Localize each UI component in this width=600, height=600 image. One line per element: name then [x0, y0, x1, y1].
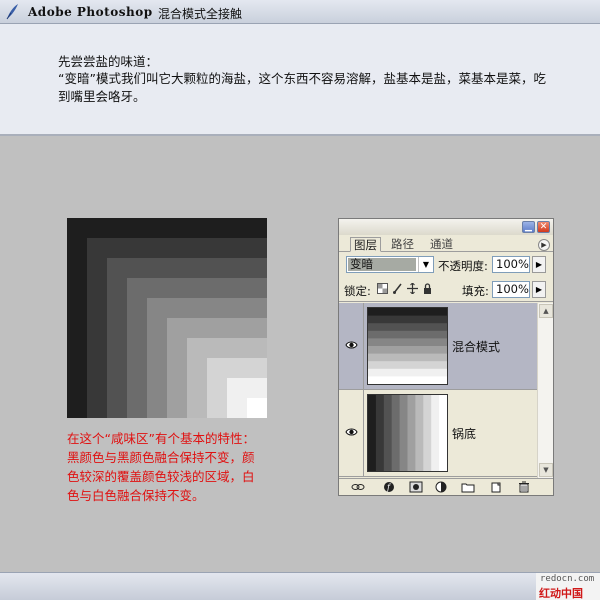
opacity-input[interactable]: 100% — [492, 256, 530, 273]
note-line: 在这个“咸味区”有个基本的特性： — [67, 431, 255, 446]
eye-icon[interactable] — [345, 339, 358, 351]
mask-icon[interactable] — [409, 481, 423, 493]
panel-title-bar[interactable]: ▁ ✕ — [339, 219, 553, 235]
watermark-url: redocn.com — [540, 574, 595, 584]
thumbnail-band — [375, 395, 385, 471]
thumbnail-band — [399, 395, 408, 471]
page-subtitle: 混合模式全接触 — [158, 7, 243, 21]
tab-layers[interactable]: 图层 — [350, 237, 381, 252]
lock-all-padlock-icon[interactable] — [422, 283, 433, 294]
scroll-up-arrow-icon[interactable]: ▲ — [539, 304, 553, 318]
panel-menu-arrow-icon[interactable]: ▶ — [538, 239, 550, 251]
layer-row-base[interactable]: 锅底 — [339, 390, 537, 477]
layer-name[interactable]: 锅底 — [452, 425, 476, 442]
new-layer-icon[interactable] — [489, 481, 503, 493]
scroll-down-arrow-icon[interactable]: ▼ — [539, 463, 553, 477]
adjustment-icon[interactable] — [435, 481, 449, 493]
thumbnail-band — [439, 395, 447, 471]
thumbnail-band — [407, 395, 416, 471]
red-note: 在这个“咸味区”有个基本的特性： 黑颜色与黑颜色融合保持不变，颜 色较深的覆盖颜… — [67, 429, 282, 505]
opacity-label: 不透明度: — [438, 259, 488, 273]
blend-mode-value: 变暗 — [348, 258, 416, 271]
thumbnail-band — [415, 395, 424, 471]
visibility-cell[interactable] — [339, 303, 364, 389]
layers-panel: ▁ ✕ 图层 路径 通道 ▶ 变暗 ▼ 不透明度: 100% ▶ 锁定: 填充:… — [338, 218, 554, 496]
opacity-slider-arrow-icon[interactable]: ▶ — [532, 256, 546, 273]
lock-transparency-icon[interactable] — [377, 283, 388, 294]
note-line: 黑颜色与黑颜色融合保持不变，颜 — [67, 450, 255, 465]
watermark: redocn.com 红动中国 — [536, 573, 600, 600]
chevron-down-icon[interactable]: ▼ — [418, 257, 433, 272]
panel-bottom-toolbar: f — [339, 478, 553, 495]
layers-scrollbar[interactable]: ▲ ▼ — [537, 303, 553, 478]
app-name: Adobe Photoshop — [28, 5, 153, 19]
fill-input[interactable]: 100% — [492, 281, 530, 298]
lock-label: 锁定: — [344, 284, 371, 298]
thumbnail-band — [368, 395, 377, 471]
close-button[interactable]: ✕ — [537, 221, 550, 233]
fill-slider-arrow-icon[interactable]: ▶ — [532, 281, 546, 298]
note-line: 色与白色融合保持不变。 — [67, 488, 205, 503]
intro-section: 先尝尝盐的味道： “变暗”模式我们叫它大颗粒的海盐，这个东西不容易溶解，盐基本是… — [0, 24, 600, 136]
blend-row: 变暗 ▼ 不透明度: 100% ▶ — [339, 253, 553, 277]
thumbnail-band — [368, 346, 447, 355]
title-bar: Adobe Photoshop 混合模式全接触 — [0, 0, 600, 24]
lock-row: 锁定: 填充: 100% ▶ — [339, 278, 553, 302]
thumbnail-band — [368, 338, 447, 347]
panel-tabs: 图层 路径 通道 — [339, 235, 553, 252]
layer-style-icon[interactable]: f — [383, 481, 397, 493]
layer-thumbnail — [367, 307, 448, 385]
thumbnail-band — [368, 323, 447, 332]
note-line: 色较深的覆盖颜色较浅的区域，白 — [67, 469, 255, 484]
layer-thumbnail — [367, 394, 448, 472]
intro-body: “变暗”模式我们叫它大颗粒的海盐，这个东西不容易溶解，盐基本是盐，菜基本是菜，吃… — [58, 71, 546, 104]
thumbnail-band — [368, 353, 447, 362]
thumbnail-band — [368, 315, 447, 324]
eye-icon[interactable] — [345, 426, 358, 438]
blend-mode-select[interactable]: 变暗 ▼ — [346, 256, 434, 273]
visibility-cell[interactable] — [339, 390, 364, 476]
tab-paths[interactable]: 路径 — [388, 237, 417, 252]
tab-channels[interactable]: 通道 — [427, 237, 456, 252]
staircase-step — [247, 398, 267, 418]
thumbnail-band — [368, 308, 447, 317]
watermark-name: 红动中国 — [539, 587, 583, 600]
link-icon[interactable] — [351, 481, 365, 493]
grayscale-staircase-image — [67, 218, 267, 418]
thumbnail-band — [431, 395, 440, 471]
folder-icon[interactable] — [461, 481, 475, 493]
thumbnail-band — [368, 330, 447, 339]
thumbnail-band — [368, 368, 447, 377]
layer-name[interactable]: 混合模式 — [452, 338, 500, 355]
trash-icon[interactable] — [517, 481, 531, 493]
thumbnail-band — [423, 395, 432, 471]
fill-label: 填充: — [462, 284, 489, 298]
thumbnail-band — [383, 395, 393, 471]
photoshop-feather-icon — [6, 4, 18, 20]
thumbnail-band — [368, 376, 447, 384]
lock-paint-brush-icon[interactable] — [392, 283, 403, 294]
thumbnail-band — [368, 361, 447, 370]
layer-row-blend[interactable]: 混合模式 — [339, 303, 537, 390]
minimize-button[interactable]: ▁ — [522, 221, 535, 233]
footer-bar: redocn.com 红动中国 — [0, 572, 600, 600]
lock-position-move-icon[interactable] — [407, 282, 418, 295]
layers-list: 混合模式 锅底 — [339, 303, 553, 478]
intro-heading: 先尝尝盐的味道： — [58, 54, 159, 69]
thumbnail-band — [391, 395, 401, 471]
